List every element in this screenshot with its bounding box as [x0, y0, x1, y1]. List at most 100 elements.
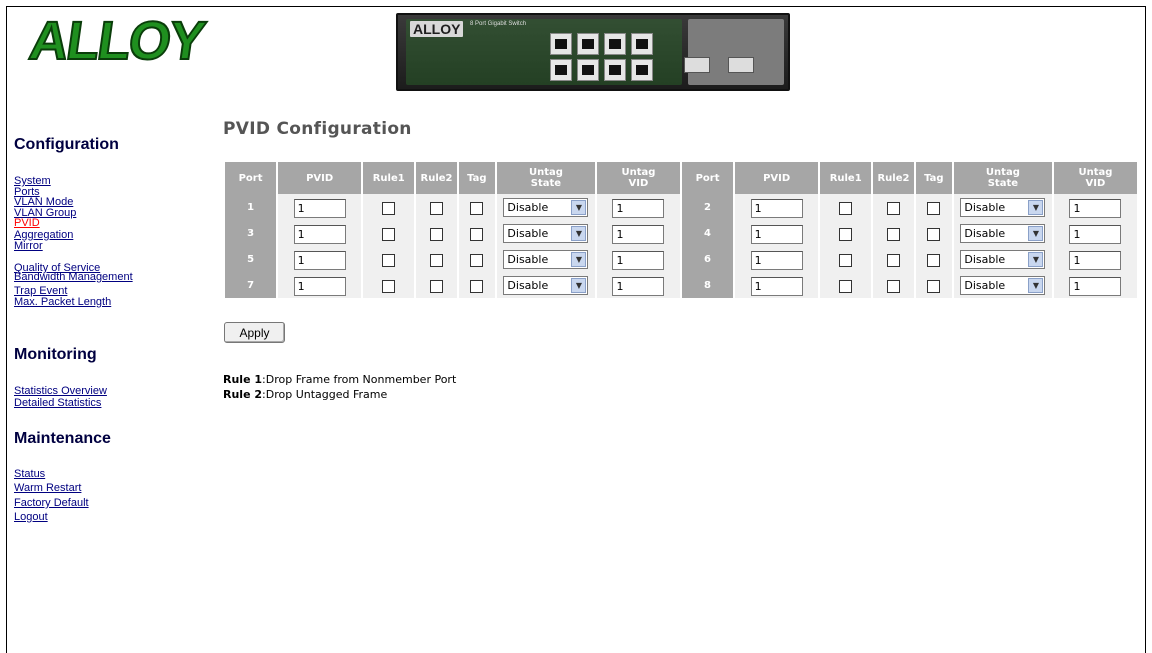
rule2-checkbox[interactable]	[886, 279, 900, 293]
tag-checkbox[interactable]	[470, 279, 484, 293]
untag-vid-input[interactable]	[1069, 250, 1122, 270]
untag-state-select[interactable]: Disable ▼	[503, 276, 589, 295]
rule2-checkbox[interactable]	[430, 253, 443, 267]
chevron-down-icon[interactable]: ▼	[1028, 226, 1044, 241]
untag-state-cell: Disable ▼	[953, 220, 1052, 246]
tag-checkbox[interactable]	[470, 201, 484, 215]
rule1-checkbox[interactable]	[382, 227, 396, 241]
untag-state-value: Disable	[964, 201, 1006, 214]
table-header-row: Port PVID Rule1 Rule2 Tag Untag State Untag VID P…	[225, 162, 1137, 194]
rule2-checkbox[interactable]	[430, 201, 443, 215]
pvid-input[interactable]	[293, 198, 346, 218]
rule-text: Drop Untagged Frame	[265, 388, 388, 401]
rule1-checkbox[interactable]	[839, 253, 853, 267]
untag-state-select[interactable]: Disable ▼	[960, 224, 1046, 243]
sidebar-item-factory-default[interactable]: Factory Default	[14, 497, 89, 509]
untag-state-value: Disable	[507, 227, 549, 240]
chevron-down-icon[interactable]: ▼	[571, 226, 587, 241]
untag-vid-input[interactable]	[612, 250, 665, 270]
untag-state-select[interactable]: Disable ▼	[503, 224, 589, 243]
header-rule1: Rule1	[820, 162, 872, 194]
rule2-checkbox[interactable]	[430, 279, 443, 293]
chevron-down-icon[interactable]: ▼	[1028, 200, 1044, 215]
untag-state-value: Disable	[964, 253, 1006, 266]
configuration-heading: Configuration	[14, 136, 119, 153]
untag-vid-input[interactable]	[612, 224, 665, 244]
untag-state-select[interactable]: Disable ▼	[960, 198, 1046, 217]
tag-checkbox[interactable]	[470, 253, 484, 267]
untag-vid-input[interactable]	[1069, 276, 1122, 296]
pvid-input[interactable]	[750, 224, 803, 244]
untag-vid-input[interactable]	[612, 276, 665, 296]
sidebar-item-status[interactable]: Status	[14, 468, 45, 480]
sidebar-item-mirror[interactable]: Mirror	[14, 240, 43, 252]
chevron-down-icon[interactable]: ▼	[571, 278, 587, 293]
rule1-checkbox[interactable]	[382, 201, 396, 215]
rule1-checkbox[interactable]	[839, 279, 853, 293]
page-title: PVID Configuration	[223, 119, 412, 139]
apply-button[interactable]: Apply	[224, 322, 285, 343]
header-untag-state-line: Untag	[985, 167, 1020, 178]
untag-state-cell: Disable ▼	[496, 272, 595, 298]
untag-state-select[interactable]: Disable ▼	[960, 276, 1046, 295]
untag-vid-cell	[1053, 220, 1137, 246]
port-number: 6	[681, 246, 734, 272]
rule1-cell	[820, 194, 872, 220]
rule1-checkbox[interactable]	[839, 201, 853, 215]
rule-key: Rule 1	[223, 373, 263, 386]
untag-vid-input[interactable]	[1069, 224, 1122, 244]
sidebar-item-warm-restart[interactable]: Warm Restart	[14, 482, 81, 494]
sidebar-item-max-packet-length[interactable]: Max. Packet Length	[14, 296, 111, 308]
rule1-checkbox[interactable]	[839, 227, 853, 241]
port-jack	[577, 33, 599, 55]
pvid-input[interactable]	[750, 276, 803, 296]
tag-checkbox[interactable]	[927, 279, 941, 293]
tag-checkbox[interactable]	[927, 253, 941, 267]
pvid-cell	[278, 272, 362, 298]
untag-vid-input[interactable]	[612, 198, 665, 218]
header-untag-vid-line: Untag	[621, 167, 656, 178]
untag-state-select[interactable]: Disable ▼	[960, 250, 1046, 269]
chevron-down-icon[interactable]: ▼	[1028, 278, 1044, 293]
rule2-checkbox[interactable]	[430, 227, 443, 241]
pvid-input[interactable]	[293, 250, 346, 270]
untag-state-select[interactable]: Disable ▼	[503, 198, 589, 217]
device-brand: ALLOY	[410, 21, 464, 37]
untag-vid-input[interactable]	[1069, 198, 1122, 218]
pvid-cell	[278, 246, 362, 272]
chevron-down-icon[interactable]: ▼	[571, 200, 587, 215]
rule2-checkbox[interactable]	[886, 201, 900, 215]
pvid-input[interactable]	[750, 250, 803, 270]
tag-cell	[915, 220, 952, 246]
chevron-down-icon[interactable]: ▼	[571, 252, 587, 267]
rule2-cell	[873, 220, 914, 246]
sidebar-item-pvid[interactable]: PVID	[14, 217, 40, 229]
device-ports	[550, 33, 653, 81]
chevron-down-icon[interactable]: ▼	[1028, 252, 1044, 267]
port-number: 2	[681, 194, 734, 220]
logo-text: ALLOY	[25, 10, 208, 72]
pvid-input[interactable]	[293, 224, 346, 244]
tag-checkbox[interactable]	[470, 227, 484, 241]
untag-state-select[interactable]: Disable ▼	[503, 250, 589, 269]
untag-state-cell: Disable ▼	[953, 194, 1052, 220]
device-sfp-panel	[688, 19, 784, 85]
rule1-checkbox[interactable]	[382, 279, 396, 293]
untag-vid-cell	[596, 194, 680, 220]
pvid-input[interactable]	[293, 276, 346, 296]
rule1-checkbox[interactable]	[382, 253, 396, 267]
rule2-cell	[873, 272, 914, 298]
pvid-input[interactable]	[750, 198, 803, 218]
tag-checkbox[interactable]	[927, 201, 941, 215]
pvid-cell	[735, 220, 819, 246]
header-untag-vid: Untag VID	[1053, 162, 1137, 194]
sidebar-item-logout[interactable]: Logout	[14, 511, 48, 523]
rule2-checkbox[interactable]	[886, 227, 900, 241]
sidebar-item-statistics-overview[interactable]: Statistics Overview	[14, 385, 107, 397]
sidebar-item-bandwidth-management[interactable]: Bandwidth Management	[14, 271, 133, 283]
sidebar-item-detailed-statistics[interactable]: Detailed Statistics	[14, 397, 101, 409]
port-number: 8	[681, 272, 734, 298]
rule1-cell	[363, 194, 415, 220]
rule2-checkbox[interactable]	[886, 253, 900, 267]
tag-checkbox[interactable]	[927, 227, 941, 241]
